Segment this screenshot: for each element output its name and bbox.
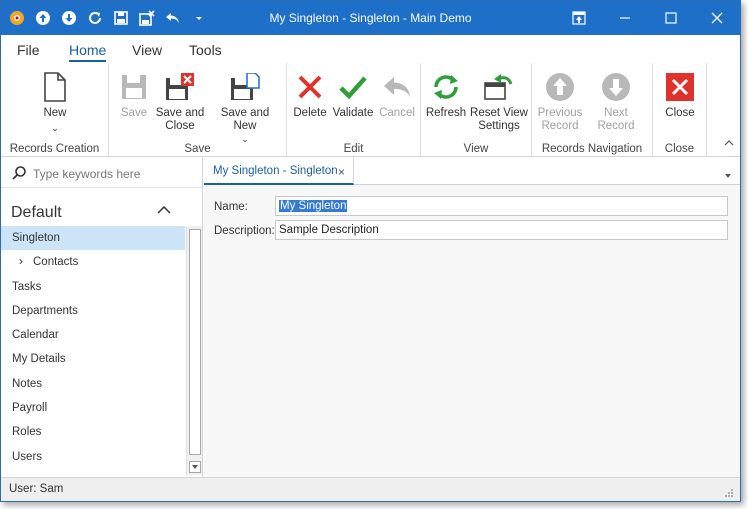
ribbon: New ⌄ Records Creation Save Save and Clo… (1, 63, 740, 157)
nav-item-contacts[interactable]: › Contacts (1, 250, 185, 274)
name-label: Name: (214, 201, 248, 213)
group-caption-save: Save (184, 143, 211, 155)
document-tab-label: My Singleton - Singleton (213, 165, 338, 177)
nav-item-calendar[interactable]: Calendar (1, 323, 185, 347)
nav-item-tasks[interactable]: Tasks (1, 275, 185, 299)
ribbon-group-edit: Delete Validate Cancel Edit (287, 63, 421, 157)
search-box[interactable]: Type keywords here (1, 158, 202, 188)
ribbon-group-save: Save Save and Close Save and New ⌄ Save (109, 63, 287, 157)
ribbon-group-view: Refresh Reset View Settings View (421, 63, 532, 157)
group-caption-records-navigation: Records Navigation (541, 143, 643, 155)
save-and-close-button[interactable]: Save and Close (155, 71, 205, 133)
navigation-pane: Type keywords here Default Singleton › Co… (1, 158, 203, 477)
tab-list-dropdown-icon[interactable] (724, 168, 732, 182)
save-disk-icon (119, 71, 149, 103)
close-button[interactable]: Close (661, 71, 699, 120)
chevron-up-icon[interactable] (157, 204, 171, 218)
save-and-close-disk-icon (155, 71, 205, 103)
new-button[interactable]: New ⌄ (35, 71, 75, 135)
scroll-down-icon[interactable] (189, 461, 201, 473)
nav-item-my-details[interactable]: My Details (1, 347, 185, 371)
name-field[interactable]: My Singleton (275, 196, 728, 216)
group-caption-records-creation: Records Creation (9, 143, 100, 155)
tab-file[interactable]: File (17, 42, 40, 58)
arrow-down-circle-icon (586, 71, 646, 103)
delete-button[interactable]: Delete (292, 71, 328, 120)
tab-tools[interactable]: Tools (189, 42, 222, 58)
reset-view-icon (469, 71, 529, 103)
ribbon-group-records-creation: New ⌄ Records Creation (1, 63, 109, 157)
close-tab-icon[interactable]: × (338, 165, 345, 179)
scroll-thumb[interactable] (189, 229, 201, 455)
minimize-button[interactable] (602, 1, 648, 35)
restore-layout-icon[interactable] (556, 1, 602, 35)
ribbon-tab-bar: File Home View Tools (1, 35, 740, 63)
description-value: Sample Description (279, 224, 379, 236)
group-caption-edit: Edit (343, 143, 364, 155)
save-button[interactable]: Save (119, 71, 149, 120)
save-and-new-disk-icon (209, 71, 281, 103)
description-label: Description: (214, 225, 275, 237)
nav-item-roles[interactable]: Roles (1, 420, 185, 444)
close-window-button[interactable] (694, 1, 740, 35)
chevron-down-icon: ⌄ (51, 123, 59, 133)
description-field[interactable]: Sample Description (275, 220, 728, 240)
next-record-button[interactable]: Next Record (586, 71, 646, 133)
resize-grip-icon[interactable] (724, 487, 734, 497)
nav-item-list: Singleton › Contacts Tasks Departments Ca… (1, 226, 185, 469)
nav-item-notes[interactable]: Notes (1, 372, 185, 396)
tab-view[interactable]: View (132, 42, 162, 58)
document-tab-bar: My Singleton - Singleton × (204, 158, 740, 185)
group-caption-view: View (463, 143, 489, 155)
arrow-up-circle-icon (537, 71, 583, 103)
chevron-right-icon[interactable]: › (19, 250, 33, 274)
validate-button[interactable]: Validate (331, 71, 375, 120)
maximize-button[interactable] (648, 1, 694, 35)
search-input[interactable]: Type keywords here (33, 167, 140, 181)
close-red-x-icon (661, 71, 699, 103)
cancel-button[interactable]: Cancel (378, 71, 416, 120)
ribbon-group-records-navigation: Previous Record Next Record Records Navi… (532, 63, 653, 157)
status-user: User: Sam (9, 483, 64, 495)
nav-item-users[interactable]: Users (1, 445, 185, 469)
nav-item-departments[interactable]: Departments (1, 299, 185, 323)
ribbon-group-close: Close Close (653, 63, 707, 157)
refresh-button[interactable]: Refresh (425, 71, 467, 120)
nav-scrollbar[interactable] (186, 226, 202, 475)
title-bar: My Singleton - Singleton - Main Demo (1, 1, 740, 35)
delete-x-icon (292, 71, 328, 103)
app-window: My Singleton - Singleton - Main Demo Fil… (0, 0, 741, 502)
window-controls (556, 1, 740, 35)
undo-arrow-icon (378, 71, 416, 103)
tab-home[interactable]: Home (69, 42, 107, 62)
document-tab[interactable]: My Singleton - Singleton × (204, 158, 354, 185)
group-caption-close: Close (664, 143, 695, 155)
reset-view-settings-button[interactable]: Reset View Settings (469, 71, 529, 133)
nav-item-singleton[interactable]: Singleton (1, 226, 185, 251)
refresh-arrows-icon (425, 71, 467, 103)
search-icon (11, 165, 27, 184)
document-area: My Singleton - Singleton × Name: My Sing… (204, 158, 740, 477)
previous-record-button[interactable]: Previous Record (537, 71, 583, 133)
status-bar: User: Sam (1, 477, 740, 501)
nav-group-title[interactable]: Default (11, 204, 62, 222)
checkmark-icon (331, 71, 375, 103)
nav-item-payroll[interactable]: Payroll (1, 396, 185, 420)
collapse-ribbon-icon[interactable] (724, 136, 734, 150)
new-document-icon (35, 71, 75, 103)
save-and-new-button[interactable]: Save and New ⌄ (209, 71, 281, 146)
name-value: My Singleton (279, 200, 348, 212)
